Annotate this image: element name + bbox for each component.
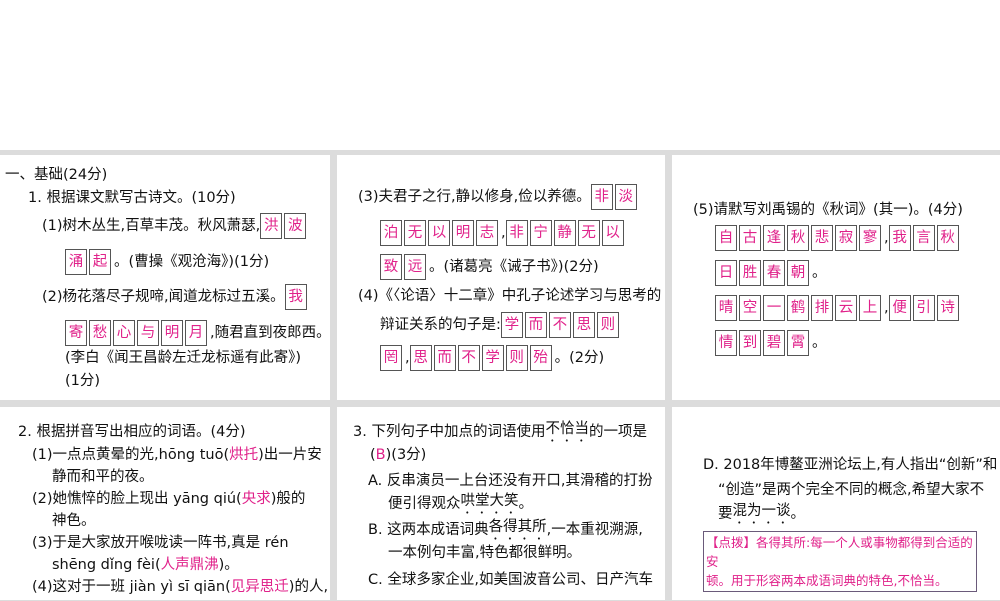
panel-q1-part5-line: 情到碧霄。 [715, 329, 827, 357]
text: )的人, [288, 579, 329, 595]
hint-note-box: 【点拨】各得其所:每一个人或事物都得到合适的安 顿。用于形容两本成语词典的特色,… [703, 531, 977, 592]
text: (1)一点点黄晕的光,hōng tuō( [32, 447, 230, 463]
answer-text: B [375, 447, 386, 463]
panel-q3-line: 便引得观众 哄堂大笑。 [388, 490, 533, 518]
text: 一本例句丰富,特色都很鲜明。 [388, 545, 582, 561]
panel-q1-part3-4-line: (4)《〈论语〉十二章》中孔子论述学习与思考的 [358, 282, 661, 310]
panel-q1-part3-4-line: 罔, 思而不学则殆 。(2分) [380, 344, 604, 372]
panel-basics-q1-line: (李白《闻王昌龄左迁龙标遥有此寄》) [65, 344, 301, 372]
panel-q3-option-d-line: 要混为一谈。 [718, 500, 805, 528]
text: (1分) [65, 373, 101, 389]
answer-boxes: 我言秋 [889, 225, 961, 251]
text: 。(诸葛亮《诫子书》)(2分) [429, 259, 599, 275]
text: )般的 [270, 491, 306, 507]
text: (李白《闻王昌龄左迁龙标遥有此寄》) [65, 350, 302, 366]
text: (3)于是大家放开喉咙读一阵书,真是 rén [32, 535, 289, 551]
panel-q1-part5-line: 自古逢秋悲寂寥, 我言秋 [715, 224, 962, 252]
text: 神色。 [52, 513, 96, 529]
hint-note-line: 顿。用于形容两本成语词典的特色,不恰当。 [706, 573, 948, 588]
panel-q1-part5-line: 晴空一鹤排云上, 便引诗 [715, 294, 962, 322]
text: 。 [812, 265, 827, 281]
answer-boxes: 罔 [380, 345, 404, 371]
text: 2. 根据拼音写出相应的词语。(4分) [18, 424, 246, 440]
text: 的一项是 [588, 424, 647, 440]
panel-basics-q1-line: 涌起 。(曹操《观沧海》)(1分) [65, 248, 269, 276]
answer-boxes: 致远 [380, 254, 428, 280]
answer-text: 见异思迁 [230, 579, 289, 595]
panel-basics-q1-line: (1)树木丛生,百草丰茂。秋风萧瑟, 洪波 [42, 212, 309, 240]
panel-q1-part5-line: (5)请默写刘禹锡的《秋词》(其一)。(4分) [693, 196, 963, 224]
panel-basics-q1-line: 1. 根据课文默写古诗文。(10分) [28, 184, 236, 212]
answer-boxes: 寄愁心与明月 [65, 320, 209, 346]
answer-boxes: 洪波 [260, 213, 309, 239]
panel-q3-line: C. 全球多家企业,如美国波音公司、日产汽车 [368, 566, 653, 594]
answer-boxes: 思而不学则殆 [410, 345, 554, 371]
text: D. 2018年博鳌亚洲论坛上,有人指出“创新”和 [703, 457, 998, 473]
top-blank-area [0, 0, 1000, 150]
text: (2)杨花落尽子规啼,闻道龙标过五溪。 [42, 289, 285, 305]
answer-boxes: 涌起 [65, 249, 113, 275]
answer-boxes: 晴空一鹤排云上 [715, 295, 883, 321]
text: ,随君直到夜郎西。 [210, 325, 331, 341]
emphasized-word: 哄堂大笑 [460, 493, 519, 509]
panel-q2-line: (4)这对于一班 jiàn yì sī qiān(见异思迁)的人, [32, 573, 328, 601]
text: ,一本重视溯源, [546, 522, 643, 538]
text: 一、基础(24分) [5, 167, 108, 183]
panel-q3-line: ( B )(3分) [370, 441, 426, 469]
panel-q3-line: 一本例句丰富,特色都很鲜明。 [388, 539, 581, 567]
text: (3)夫君子之行,静以修身,俭以养德。 [358, 189, 591, 205]
answer-boxes: 非宁静无以 [506, 220, 626, 246]
text: (5)请默写刘禹锡的《秋词》(其一)。(4分) [693, 202, 963, 218]
text: 静而和平的夜。 [52, 469, 154, 485]
text: 1. 根据课文默写古诗文。(10分) [28, 190, 236, 206]
text: 。 [518, 496, 534, 512]
text: shēng dǐng fèi( [52, 557, 161, 573]
text: 辩证关系的句子是: [380, 317, 501, 333]
text: 。(曹操《观沧海》)(1分) [114, 254, 270, 270]
text: )。 [218, 557, 239, 573]
text: B. 这两本成语词典 [368, 522, 489, 538]
text: )出一片安 [258, 447, 322, 463]
text: 3. 下列句子中加点的词语使用 [353, 424, 546, 440]
text: 。(2分) [554, 350, 605, 366]
answer-boxes: 情到碧霄 [715, 330, 811, 356]
panel-q1-part3-4-line: (3)夫君子之行,静以修身,俭以养德。 非淡 [358, 183, 640, 211]
panel-basics-q1-line: (2)杨花落尽子规啼,闻道龙标过五溪。我 [42, 283, 310, 311]
answer-text: 央求 [241, 491, 271, 507]
panel-q1-part3-4-line: 致远 。(诸葛亮《诫子书》)(2分) [380, 253, 599, 281]
answer-boxes: 泊无以明志 [380, 220, 500, 246]
answer-boxes: 非淡 [591, 184, 639, 210]
text: (1)树木丛生,百草丰茂。秋风萧瑟, [42, 218, 261, 234]
answer-boxes: 我 [285, 284, 309, 310]
answer-boxes: 自古逢秋悲寂寥 [715, 225, 883, 251]
answer-boxes: 日胜春朝 [715, 260, 811, 286]
panel-q1-part3-4-line: 泊无以明志, 非宁静无以 [380, 219, 627, 247]
text: (4)这对于一班 jiàn yì sī qiān( [32, 579, 231, 595]
answer-text: 烘托 [229, 447, 259, 463]
text: C. 全球多家企业,如美国波音公司、日产汽车 [368, 572, 653, 588]
text: A. 反串演员一上台还没有开口,其滑稽的打扮 [368, 473, 653, 489]
emphasized-word: 不恰当 [545, 421, 589, 437]
answer-text: 人声鼎沸 [160, 557, 219, 573]
panel-basics-q1-line: 寄愁心与明月 ,随君直到夜郎西。 [65, 319, 331, 347]
panel-q1-part3-4-line: 辩证关系的句子是: 学而不思则 [380, 311, 622, 339]
answer-boxes: 学而不思则 [501, 312, 621, 338]
text: 要 [718, 506, 733, 522]
text: 。 [812, 335, 827, 351]
hint-note-line: 【点拨】各得其所:每一个人或事物都得到合适的安 [706, 535, 973, 569]
panel-basics-q1-line: (1分) [65, 367, 100, 395]
text: (4)《〈论语〉十二章》中孔子论述学习与思考的 [358, 288, 662, 304]
panel-q1-part5-line: 日胜春朝。 [715, 259, 827, 287]
text: (2)她憔悴的脸上现出 yāng qiú( [32, 491, 242, 507]
text: )(3分) [385, 447, 427, 463]
text: “创造”是两个完全不同的概念,希望大家不 [718, 482, 985, 498]
emphasized-word: 混为一谈 [732, 503, 791, 519]
text: 。 [790, 506, 806, 522]
panel-q3-option-d-line: D. 2018年博鳌亚洲论坛上,有人指出“创新”和 [703, 451, 997, 479]
text: 便引得观众 [388, 496, 461, 512]
answer-boxes: 便引诗 [889, 295, 961, 321]
